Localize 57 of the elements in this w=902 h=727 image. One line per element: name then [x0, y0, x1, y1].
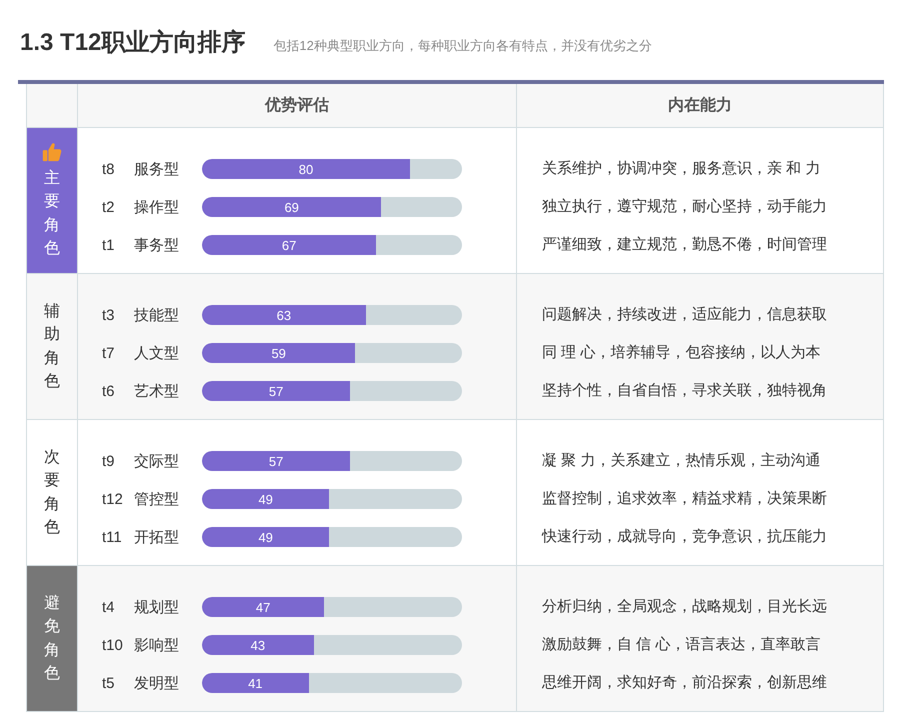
type-name: 管控型	[134, 490, 180, 508]
score-value: 80	[298, 162, 314, 176]
type-code: t11	[102, 528, 123, 546]
type-code: t12	[102, 490, 124, 508]
ability-text: 快速行动，成就导向，竞争意识，抗压能力	[542, 527, 828, 547]
score-value: 57	[268, 384, 284, 398]
group-label: 避免角色	[44, 594, 60, 684]
column-header: 内在能力	[517, 84, 884, 128]
ability-text: 严谨细致，建立规范，勤恳不倦，时间管理	[542, 235, 828, 255]
type-code: t9	[102, 452, 116, 470]
type-code: t10	[102, 636, 124, 654]
type-name: 技能型	[134, 306, 180, 324]
ability-text: 监督控制，追求效率，精益求精，决策果断	[542, 489, 828, 509]
type-code: t7	[102, 344, 116, 362]
type-code: t6	[102, 382, 116, 400]
type-code: t3	[102, 306, 116, 324]
ability-text: 激励鼓舞，自 信 心，语言表达，直率敢言	[542, 635, 822, 655]
ability-text: 同 理 心，培养辅导，包容接纳，以人为本	[542, 343, 822, 363]
score-value: 63	[276, 308, 292, 322]
ability-text: 凝 聚 力，关系建立，热情乐观，主动沟通	[542, 451, 822, 471]
ability-text: 分析归纳，全局观念，战略规划，目光长远	[542, 597, 828, 617]
score-value: 59	[271, 346, 286, 360]
group-label: 辅助角色	[44, 302, 60, 392]
ability-text: 坚持个性，自省自悟，寻求关联，独特视角	[542, 381, 828, 401]
type-code: t2	[102, 198, 116, 216]
score-value: 69	[284, 200, 299, 214]
type-name: 交际型	[134, 452, 180, 470]
page-title: 1.3 T12职业方向排序	[20, 28, 246, 58]
score-value: 67	[282, 238, 296, 252]
ability-text: 独立执行，遵守规范，耐心坚持，动手能力	[542, 197, 828, 217]
ability-text: 问题解决，持续改进，适应能力，信息获取	[542, 305, 828, 325]
type-name: 艺术型	[134, 382, 180, 400]
score-value: 49	[258, 530, 273, 544]
score-value: 57	[268, 454, 284, 468]
type-code: t1	[102, 236, 116, 254]
group-label: 主要角色	[44, 168, 60, 259]
type-name: 事务型	[134, 236, 180, 254]
page-subtitle: 包括12种典型职业方向，每种职业方向各有特点，并没有优劣之分	[273, 37, 652, 55]
type-code: t4	[102, 598, 116, 616]
ability-text: 思维开阔，求知好奇，前沿探索，创新思维	[542, 673, 828, 693]
group-label: 次要角色	[44, 448, 60, 538]
column-header: 优势评估	[78, 84, 517, 128]
type-name: 发明型	[134, 674, 180, 692]
score-value: 47	[256, 600, 270, 614]
score-value: 41	[248, 676, 263, 690]
type-name: 规划型	[134, 598, 180, 616]
type-name: 操作型	[134, 198, 180, 216]
type-name: 影响型	[134, 636, 180, 654]
type-name: 服务型	[134, 160, 180, 178]
score-value: 43	[250, 638, 266, 652]
type-name: 开拓型	[134, 528, 180, 546]
thumbs-up-icon	[41, 141, 63, 164]
score-value: 49	[258, 492, 273, 506]
type-code: t8	[102, 160, 116, 178]
ability-text: 关系维护，协调冲突，服务意识，亲 和 力	[542, 159, 822, 179]
type-name: 人文型	[134, 344, 180, 362]
type-code: t5	[102, 674, 116, 692]
